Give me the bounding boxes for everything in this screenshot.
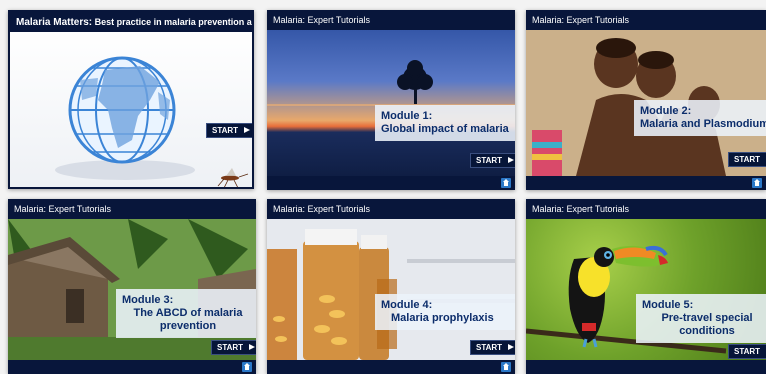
- module-2-title: Malaria and Plasmodium: [640, 118, 766, 130]
- module-5-number: Module 5:: [642, 299, 694, 311]
- module-3-header: Malaria: Expert Tutorials: [8, 199, 256, 219]
- module-5-footer: [526, 360, 766, 374]
- mosquito-icon: [217, 168, 249, 187]
- module-4-start-button[interactable]: START: [470, 340, 515, 355]
- intro-card[interactable]: Malaria Matters: Best practice in malari…: [8, 10, 254, 189]
- module-1-card[interactable]: Malaria: Expert Tutorials Module 1: Glob…: [267, 10, 515, 190]
- module-4-header: Malaria: Expert Tutorials: [267, 199, 515, 219]
- module-2-card[interactable]: Malaria: Expert Tutorials Module 2: Mala…: [526, 10, 766, 190]
- module-4-title: Malaria prophylaxis: [391, 312, 494, 324]
- module-5-header: Malaria: Expert Tutorials: [526, 199, 766, 219]
- module-2-footer: [526, 176, 766, 190]
- module-2-number: Module 2:: [640, 105, 692, 117]
- globe-illustration: [55, 56, 249, 187]
- module-2-header: Malaria: Expert Tutorials: [526, 10, 766, 30]
- module-4-image: [267, 219, 515, 360]
- intro-start-button[interactable]: START: [206, 123, 252, 138]
- module-3-card[interactable]: Malaria: Expert Tutorials Module 3: The …: [8, 199, 256, 374]
- pill-bottles-illustration: [267, 219, 515, 360]
- module-4-title-box: Module 4: Malaria prophylaxis: [375, 294, 515, 330]
- module-1-title-box: Module 1: Global impact of malaria: [375, 105, 515, 141]
- module-2-start-label: START: [734, 155, 761, 164]
- module-1-start-label: START: [476, 156, 503, 165]
- module-4-footer: [267, 360, 515, 374]
- module-3-start-label: START: [217, 343, 244, 352]
- home-icon[interactable]: [501, 362, 511, 372]
- module-5-card[interactable]: Malaria: Expert Tutorials Module 5: Pre-…: [526, 199, 766, 374]
- intro-subtitle: Best practice in malaria prevention advi…: [94, 17, 252, 27]
- module-2-start-button[interactable]: START: [728, 152, 766, 167]
- module-3-start-button[interactable]: START: [211, 340, 256, 355]
- home-icon[interactable]: [752, 178, 762, 188]
- intro-start-label: START: [212, 126, 239, 135]
- module-1-footer: [267, 176, 515, 190]
- module-3-footer: [8, 360, 256, 374]
- intro-card-header: Malaria Matters: Best practice in malari…: [10, 12, 252, 32]
- module-4-card[interactable]: Malaria: Expert Tutorials Module 4: Mala…: [267, 199, 515, 374]
- module-5-start-button[interactable]: START: [728, 344, 766, 359]
- intro-brand: Malaria Matters:: [16, 17, 93, 28]
- home-icon[interactable]: [501, 178, 511, 188]
- module-3-number: Module 3:: [122, 294, 174, 306]
- globe-icon: [68, 56, 176, 164]
- module-1-start-button[interactable]: START: [470, 153, 515, 168]
- module-1-header: Malaria: Expert Tutorials: [267, 10, 515, 30]
- intro-image: [10, 30, 252, 187]
- module-1-title: Global impact of malaria: [381, 123, 509, 135]
- module-1-number: Module 1:: [381, 110, 433, 122]
- module-3-title-box: Module 3: The ABCD of malaria prevention: [116, 289, 256, 338]
- module-5-title: Pre-travel special conditions: [661, 312, 753, 337]
- module-5-start-label: START: [734, 347, 761, 356]
- module-4-number: Module 4:: [381, 299, 433, 311]
- home-icon[interactable]: [242, 362, 252, 372]
- module-3-title: The ABCD of malaria prevention: [133, 307, 243, 332]
- module-4-start-label: START: [476, 343, 503, 352]
- module-2-title-box: Module 2: Malaria and Plasmodium: [634, 100, 766, 136]
- module-5-title-box: Module 5: Pre-travel special conditions: [636, 294, 766, 343]
